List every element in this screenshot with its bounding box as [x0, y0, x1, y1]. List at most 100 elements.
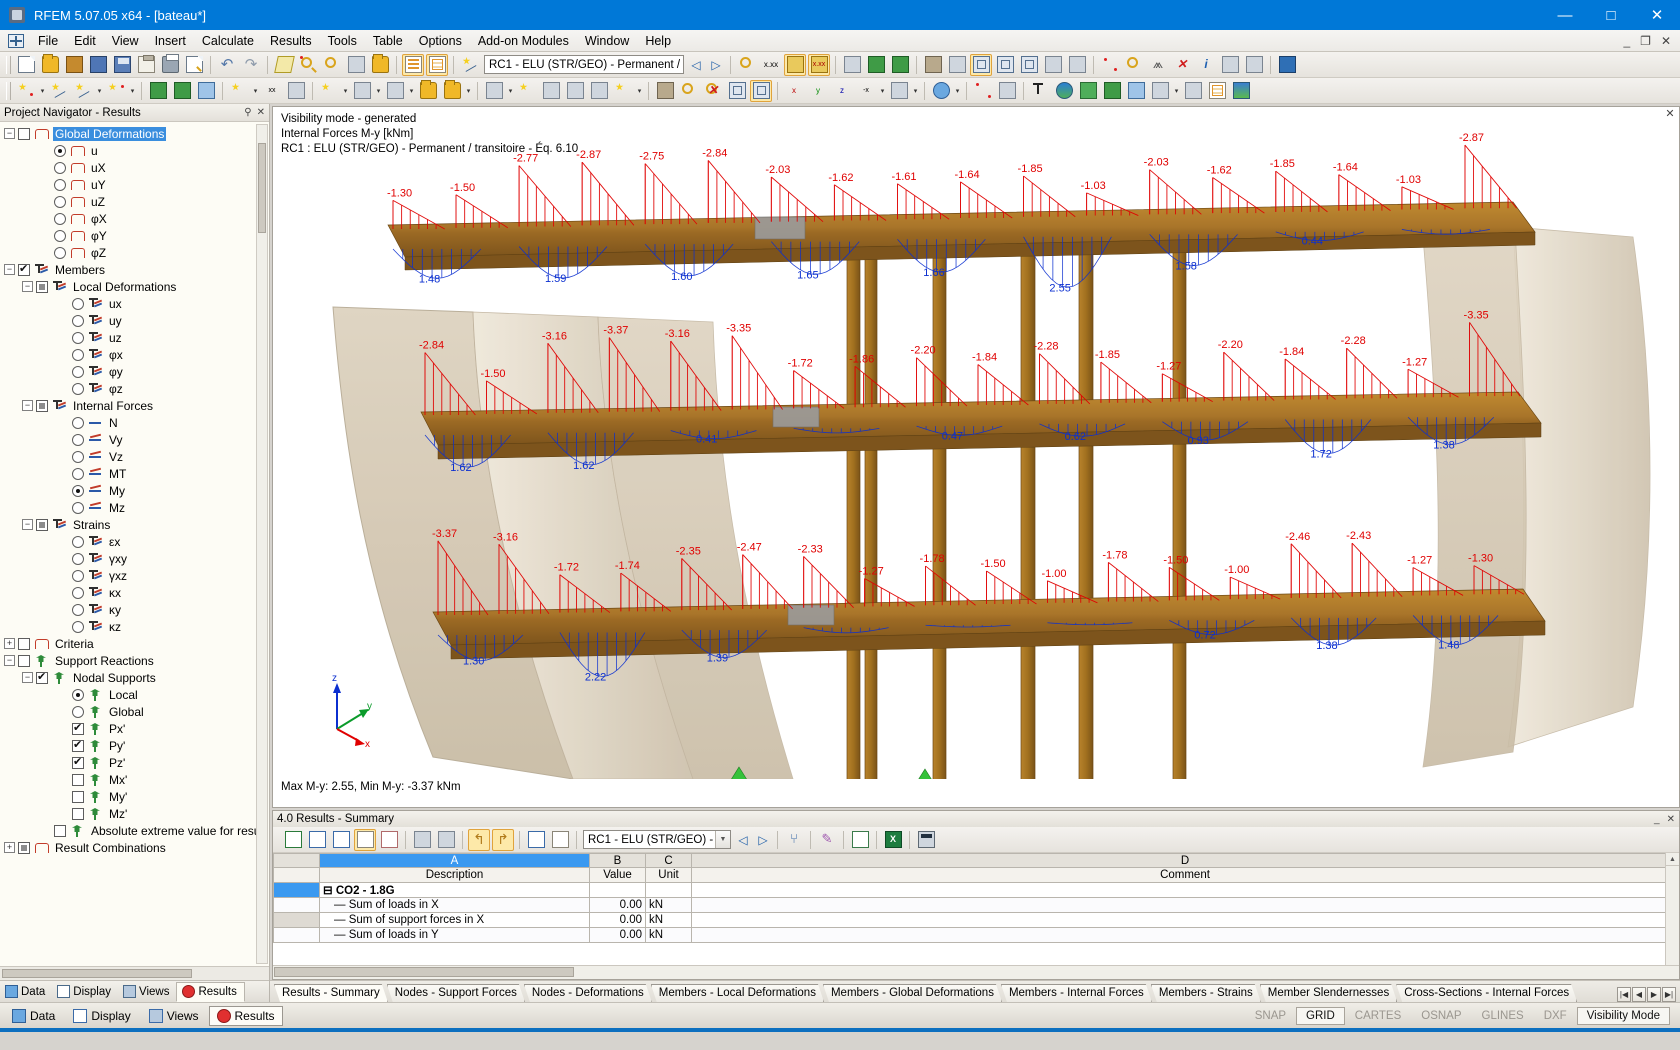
new-document-icon[interactable]: [15, 54, 37, 76]
delete-icon[interactable]: ✕: [1171, 54, 1193, 76]
tree-item-local-phiy[interactable]: φy: [4, 363, 269, 380]
tree-checkbox[interactable]: [36, 670, 48, 684]
section-icon[interactable]: [996, 80, 1018, 102]
zoom-target-icon[interactable]: [321, 54, 343, 76]
support-view-icon[interactable]: [865, 54, 887, 76]
pencil-icon[interactable]: ✎: [816, 829, 838, 851]
menu-results[interactable]: Results: [262, 32, 320, 50]
chevron-down-icon[interactable]: ▾: [38, 80, 47, 102]
table-redo-icon[interactable]: ↱: [492, 828, 514, 851]
tree-checkbox[interactable]: [18, 841, 30, 854]
tree-item-local-uy[interactable]: uy: [4, 312, 269, 329]
result-value-icon[interactable]: [736, 54, 758, 76]
column-header-d[interactable]: D: [691, 853, 1679, 868]
row-header[interactable]: [273, 882, 320, 898]
tree-checkbox[interactable]: [18, 654, 30, 667]
chevron-down-icon[interactable]: ▾: [953, 80, 962, 102]
chevron-down-icon[interactable]: ▾: [635, 80, 644, 102]
navigator-tab-results[interactable]: Results: [176, 981, 245, 1002]
tab-nav-button-1[interactable]: ◀: [1632, 987, 1646, 1002]
corner-cell[interactable]: [273, 853, 320, 868]
tree-item-internal-forces[interactable]: − Internal Forces: [4, 397, 269, 414]
tools-icon[interactable]: [1243, 54, 1265, 76]
copy-icon[interactable]: [441, 80, 463, 102]
calculator-icon[interactable]: [915, 829, 937, 851]
cell-unit[interactable]: [645, 882, 692, 898]
menu-file[interactable]: File: [30, 32, 66, 50]
plate-icon[interactable]: [318, 80, 340, 102]
tree-item-force-mt[interactable]: MT: [4, 465, 269, 482]
clipboard-icon[interactable]: [135, 54, 157, 76]
tree-item-force-my[interactable]: My: [4, 482, 269, 499]
grid-view-icon[interactable]: [1042, 54, 1064, 76]
tree-toggle[interactable]: −: [4, 128, 15, 139]
result-legend-icon[interactable]: [1149, 80, 1171, 102]
deformation-icon[interactable]: [841, 54, 863, 76]
toolbar-grip[interactable]: [6, 81, 11, 100]
opening-icon[interactable]: [384, 80, 406, 102]
prev-load-case-button[interactable]: ◁: [686, 55, 706, 75]
zoom-window-icon[interactable]: [750, 79, 772, 102]
maximize-button[interactable]: □: [1588, 0, 1634, 30]
table-close-icon[interactable]: ✕: [1667, 814, 1675, 825]
row-header[interactable]: [273, 897, 320, 913]
tree-radio[interactable]: [72, 484, 84, 497]
status-tab-results[interactable]: Results: [208, 1005, 283, 1026]
cell-comment[interactable]: [691, 897, 1679, 913]
toolbar-grip[interactable]: [6, 55, 11, 74]
tree-item-global[interactable]: Global: [4, 703, 269, 720]
view-y-icon[interactable]: y: [807, 80, 829, 102]
cell-value[interactable]: 0.00: [589, 927, 646, 943]
line-icon[interactable]: [48, 80, 70, 102]
tree-item-uy[interactable]: uY: [4, 176, 269, 193]
zoom-icon[interactable]: [297, 54, 319, 76]
tree-item-criteria[interactable]: + Criteria: [4, 635, 269, 652]
tree-checkbox[interactable]: [72, 790, 84, 803]
status-mode-visibility-mode[interactable]: Visibility Mode: [1576, 1006, 1670, 1025]
insert-row-icon[interactable]: [306, 829, 328, 851]
close-icon[interactable]: ✕: [257, 107, 265, 118]
status-mode-cartes[interactable]: CARTES: [1345, 1007, 1411, 1025]
table-tab-members-global-deformations[interactable]: Members - Global Deformations: [823, 984, 1002, 1002]
tree-item-nodal-supports[interactable]: − Nodal Supports: [4, 669, 269, 686]
redo-icon[interactable]: [240, 54, 262, 76]
visibility-back-icon[interactable]: [1018, 54, 1040, 76]
table-row[interactable]: — Sum of loads in X 0.00 kN: [273, 897, 1679, 913]
menu-help[interactable]: Help: [637, 32, 679, 50]
model-viewport[interactable]: ✕ Visibility mode - generated Internal F…: [272, 106, 1680, 808]
navigator-scrollbar[interactable]: [256, 124, 268, 964]
status-tab-views[interactable]: Views: [141, 1006, 207, 1026]
select-window-icon[interactable]: [345, 54, 367, 76]
tree-radio[interactable]: [72, 382, 84, 395]
tree-item-local-ux[interactable]: ux: [4, 295, 269, 312]
tree-item-uz[interactable]: uZ: [4, 193, 269, 210]
result-table-icon[interactable]: [426, 53, 448, 76]
print-preview-icon[interactable]: [183, 54, 205, 76]
results-grid[interactable]: A B C D Description Value Unit Comment ⊟…: [273, 853, 1679, 965]
table-style-icon[interactable]: [525, 829, 547, 851]
results-tree[interactable]: − Global Deformations u uX uY uZ φX φY φZ − Member…: [0, 122, 269, 966]
chevron-down-icon[interactable]: ▾: [95, 80, 104, 102]
table-tab-cross-sections-internal-forces[interactable]: Cross-Sections - Internal Forces: [1396, 984, 1577, 1002]
arc-icon[interactable]: [972, 80, 994, 102]
undo-icon[interactable]: [216, 54, 238, 76]
table-row[interactable]: ⊟ CO2 - 1.8G: [273, 882, 1679, 898]
table-vscrollbar[interactable]: ▲: [1665, 853, 1679, 965]
structural-model-render[interactable]: -1.30 -1.50 -2.77 -2.87 -2.75 -2.84 -2.03 -1.62…: [273, 107, 1678, 779]
result-section-icon[interactable]: [1182, 80, 1204, 102]
tree-item-px[interactable]: Px': [4, 720, 269, 737]
tree-toggle[interactable]: −: [4, 264, 15, 275]
load-case-combo[interactable]: RC1 - ELU (STR/GEO) - Permanent / tran ▼: [484, 55, 684, 74]
tree-checkbox[interactable]: [72, 807, 84, 820]
chevron-down-icon[interactable]: ▾: [374, 80, 383, 102]
tree-item-global-deformations[interactable]: − Global Deformations: [4, 125, 269, 142]
chevron-down-icon[interactable]: ▾: [911, 80, 920, 102]
table-tab-nodes-deformations[interactable]: Nodes - Deformations: [524, 984, 652, 1002]
status-mode-dxf[interactable]: DXF: [1534, 1007, 1577, 1025]
tree-item-local-uz[interactable]: uz: [4, 329, 269, 346]
column-header-b[interactable]: B: [589, 853, 646, 868]
tree-item-strain-gxy[interactable]: γxy: [4, 550, 269, 567]
cell-comment[interactable]: [691, 927, 1679, 943]
menu-calculate[interactable]: Calculate: [194, 32, 262, 50]
tree-checkbox[interactable]: [72, 773, 84, 786]
